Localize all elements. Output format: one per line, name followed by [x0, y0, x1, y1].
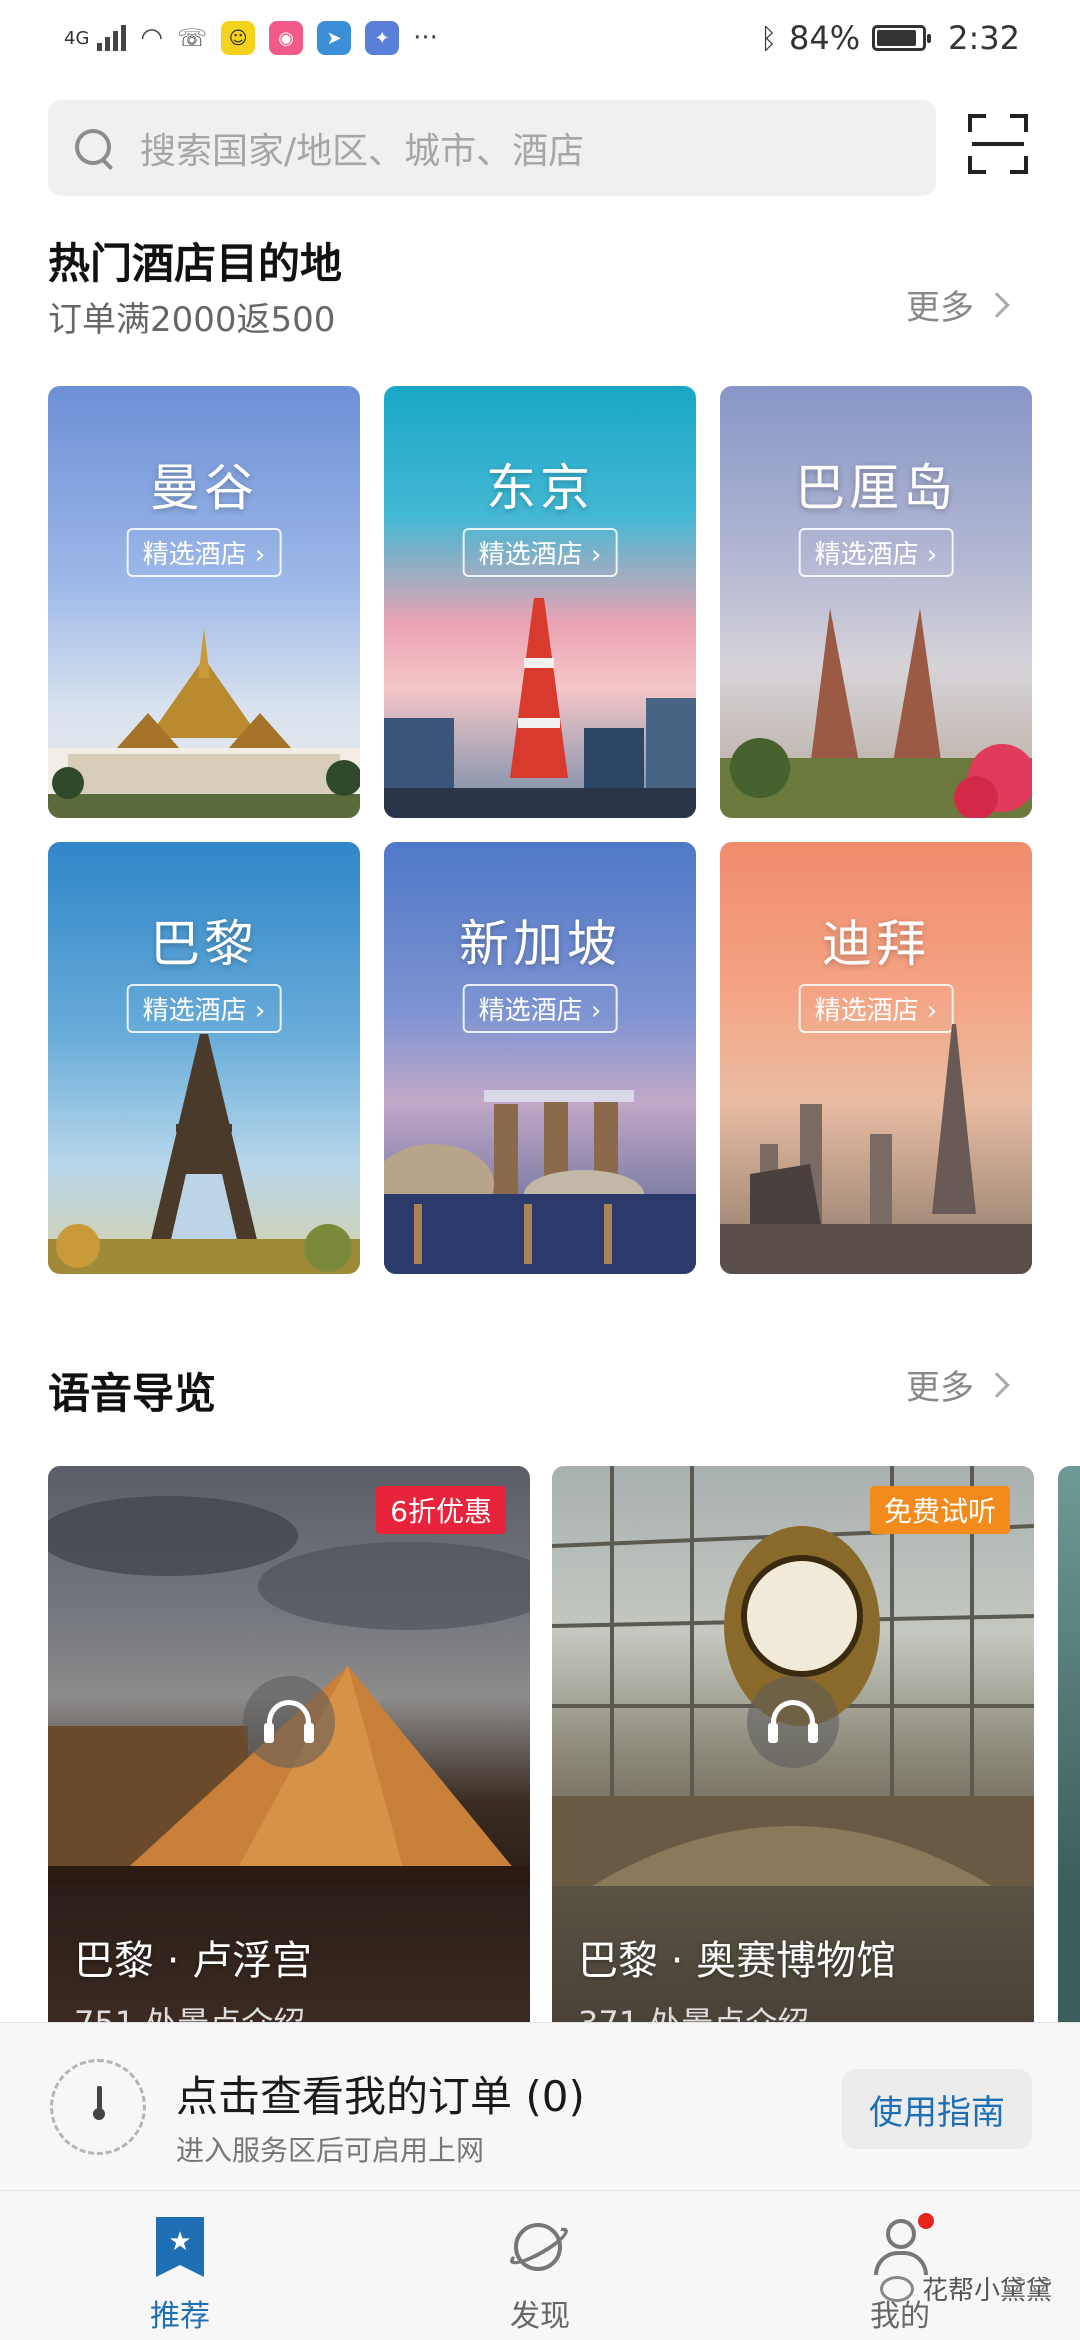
order-title: 点击查看我的订单 (0)	[176, 2072, 585, 2121]
tower-image	[384, 598, 696, 818]
bookmark-star-icon: ★	[152, 2217, 208, 2277]
user-guide-button[interactable]: 使用指南	[842, 2069, 1032, 2149]
destination-city: 巴厘岛	[795, 459, 957, 517]
hotels-more-link[interactable]: 更多	[906, 280, 1010, 329]
watermark: 花帮小黛黛	[880, 2270, 1052, 2307]
destination-card-bali[interactable]: 巴厘岛 精选酒店 ›	[720, 386, 1032, 818]
search-placeholder: 搜索国家/地区、城市、酒店	[140, 131, 585, 172]
tab-recommend[interactable]: ★ 推荐	[80, 2191, 280, 2340]
missed-call-icon: ☏	[177, 24, 208, 52]
audio-card-orsay[interactable]: 免费试听	[552, 1466, 1034, 1886]
destination-pill: 精选酒店 ›	[126, 528, 282, 577]
status-left: 4G ◠ ☏ ☺ ◉ ➤ ✦ ···	[64, 21, 438, 55]
battery-icon	[872, 25, 932, 51]
app-icon-3: ➤	[317, 21, 352, 55]
audio-more-link[interactable]: 更多	[906, 1360, 1010, 1409]
audio-card-peek[interactable]	[1058, 1466, 1080, 1886]
more-notifications: ···	[413, 23, 438, 53]
eiffel-tower-image	[48, 1034, 360, 1274]
tab-label: 推荐	[150, 2299, 210, 2334]
destination-card-singapore[interactable]: 新加坡 精选酒店 ›	[384, 842, 696, 1274]
hotels-section-title: 热门酒店目的地	[48, 239, 343, 288]
planet-icon	[505, 2217, 573, 2277]
bottom-tab-bar: ★ 推荐 发现 我的	[0, 2190, 1080, 2340]
notification-dot	[918, 2213, 934, 2229]
status-right: ᛒ 84% 2:32	[760, 19, 1020, 57]
temple-image	[48, 628, 360, 818]
order-subtitle: 进入服务区后可启用上网	[176, 2134, 485, 2167]
chevron-right-icon	[984, 1371, 1010, 1398]
app-icon-4: ✦	[365, 21, 400, 55]
destination-card-dubai[interactable]: 迪拜 精选酒店 ›	[720, 842, 1032, 1274]
tab-mine[interactable]: 我的	[800, 2191, 1000, 2340]
more-label: 更多	[906, 288, 974, 328]
tab-discover[interactable]: 发现	[440, 2191, 640, 2340]
destination-pill: 精选酒店 ›	[462, 984, 618, 1033]
order-bar[interactable]: 点击查看我的订单 (0) 进入服务区后可启用上网 使用指南	[0, 2022, 1080, 2190]
person-icon	[872, 2213, 934, 2277]
scan-icon	[972, 142, 1024, 146]
headphones-icon	[264, 1700, 314, 1743]
network-type: 4G	[64, 27, 90, 49]
discount-badge: 6折优惠	[376, 1486, 506, 1534]
chevron-right-icon	[984, 291, 1010, 318]
headphones-icon	[768, 1700, 818, 1743]
bluetooth-icon: ᛒ	[760, 21, 778, 55]
watermark-text: 花帮小黛黛	[922, 2276, 1053, 2306]
wechat-icon	[880, 2275, 914, 2302]
search-input[interactable]: 搜索国家/地区、城市、酒店	[48, 100, 936, 196]
app-icon-2: ◉	[269, 21, 304, 55]
clock-time: 2:32	[948, 19, 1020, 57]
status-bar: 4G ◠ ☏ ☺ ◉ ➤ ✦ ··· ᛒ 84% 2:32	[0, 0, 1080, 76]
wifi-icon: ◠	[140, 23, 164, 53]
free-trial-badge: 免费试听	[869, 1486, 1010, 1534]
scan-button[interactable]	[968, 114, 1028, 174]
destination-city: 东京	[486, 459, 594, 517]
destination-card-bangkok[interactable]: 曼谷 精选酒店 ›	[48, 386, 360, 818]
hotels-section-subtitle: 订单满2000返500	[48, 300, 336, 340]
audio-title-orsay: 巴黎 · 奥赛博物馆	[578, 1938, 897, 1984]
destination-pill: 精选酒店 ›	[462, 528, 618, 577]
app-icon-1: ☺	[221, 21, 256, 55]
burj-khalifa-image	[720, 1024, 1032, 1274]
destination-city: 迪拜	[822, 915, 930, 973]
gate-image	[720, 608, 1032, 818]
tab-label: 发现	[510, 2299, 570, 2334]
audio-section-title: 语音导览	[48, 1369, 217, 1418]
marina-bay-image	[384, 1090, 696, 1274]
battery-percent: 84%	[789, 19, 861, 57]
signal-icon	[97, 25, 127, 51]
more-label: 更多	[906, 1368, 974, 1408]
destination-card-tokyo[interactable]: 东京 精选酒店 ›	[384, 386, 696, 818]
play-audio-button[interactable]	[243, 1676, 335, 1768]
destination-city: 曼谷	[150, 459, 258, 517]
search-icon	[72, 126, 116, 170]
audio-card-louvre[interactable]: 6折优惠	[48, 1466, 530, 1886]
clock-icon	[50, 2059, 146, 2155]
destination-card-paris[interactable]: 巴黎 精选酒店 ›	[48, 842, 360, 1274]
audio-title-louvre: 巴黎 · 卢浮宫	[74, 1938, 313, 1984]
destination-city: 新加坡	[459, 915, 621, 973]
destination-city: 巴黎	[150, 915, 258, 973]
play-audio-button[interactable]	[747, 1676, 839, 1768]
